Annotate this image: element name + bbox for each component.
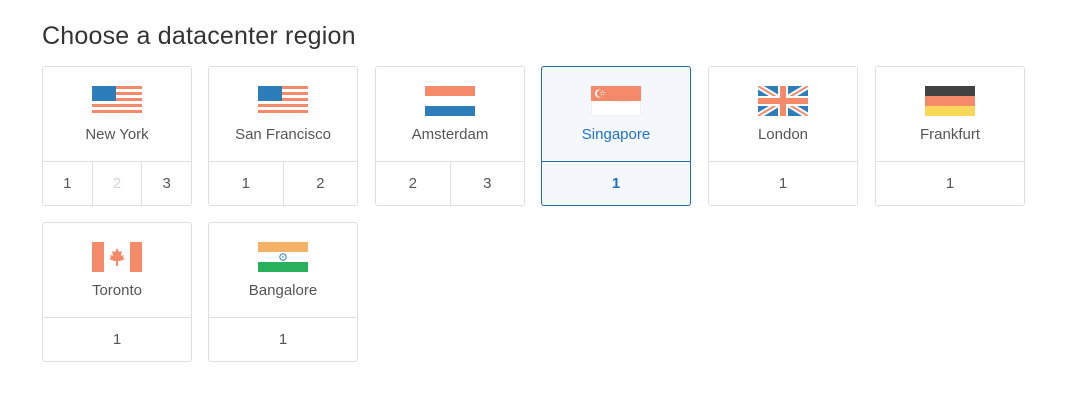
datacenter-option-1[interactable]: 1 [209, 162, 283, 205]
germany-flag-icon [925, 86, 975, 116]
region-card-bangalore[interactable]: Bangalore 1 [208, 222, 358, 362]
region-name: Amsterdam [411, 126, 489, 143]
datacenter-option-2[interactable]: 2 [376, 162, 450, 205]
region-card-amsterdam[interactable]: Amsterdam 2 3 [375, 66, 525, 206]
region-name: New York [85, 126, 149, 143]
datacenter-number-group: 1 [709, 161, 857, 205]
region-name: Singapore [581, 126, 651, 143]
us-flag-icon [258, 86, 308, 116]
canada-flag-icon [92, 242, 142, 272]
us-flag-icon [92, 86, 142, 116]
singapore-flag-icon [591, 86, 641, 116]
region-name: Toronto [91, 282, 143, 299]
region-name: London [757, 126, 809, 143]
region-name: Bangalore [248, 282, 318, 299]
datacenter-number-group: 1 [876, 161, 1024, 205]
datacenter-number-group: 1 [43, 317, 191, 361]
region-card-san-francisco[interactable]: San Francisco 1 2 [208, 66, 358, 206]
datacenter-option-1[interactable]: 1 [876, 162, 1024, 205]
region-card-frankfurt[interactable]: Frankfurt 1 [875, 66, 1025, 206]
datacenter-number-group: 1 [542, 161, 690, 205]
datacenter-option-1[interactable]: 1 [709, 162, 857, 205]
datacenter-option-2[interactable]: 2 [282, 162, 358, 205]
datacenter-number-group: 1 2 3 [43, 161, 191, 205]
region-card-singapore[interactable]: Singapore 1 [541, 66, 691, 206]
region-name: San Francisco [235, 126, 331, 143]
datacenter-option-1[interactable]: 1 [43, 162, 92, 205]
region-card-london[interactable]: London 1 [708, 66, 858, 206]
datacenter-number-group: 1 [209, 317, 357, 361]
region-card-new-york[interactable]: New York 1 2 3 [42, 66, 192, 206]
datacenter-option-1[interactable]: 1 [209, 318, 357, 361]
netherlands-flag-icon [425, 86, 475, 116]
datacenter-option-3[interactable]: 3 [449, 162, 525, 205]
datacenter-option-2: 2 [91, 162, 142, 205]
datacenter-number-group: 1 2 [209, 161, 357, 205]
uk-flag-icon [758, 86, 808, 116]
datacenter-option-1[interactable]: 1 [542, 162, 690, 205]
datacenter-option-1[interactable]: 1 [43, 318, 191, 361]
datacenter-number-group: 2 3 [376, 161, 524, 205]
page-title: Choose a datacenter region [42, 22, 356, 50]
datacenter-option-3[interactable]: 3 [141, 162, 191, 205]
india-flag-icon [258, 242, 308, 272]
region-card-toronto[interactable]: Toronto 1 [42, 222, 192, 362]
region-name: Frankfurt [919, 126, 980, 143]
